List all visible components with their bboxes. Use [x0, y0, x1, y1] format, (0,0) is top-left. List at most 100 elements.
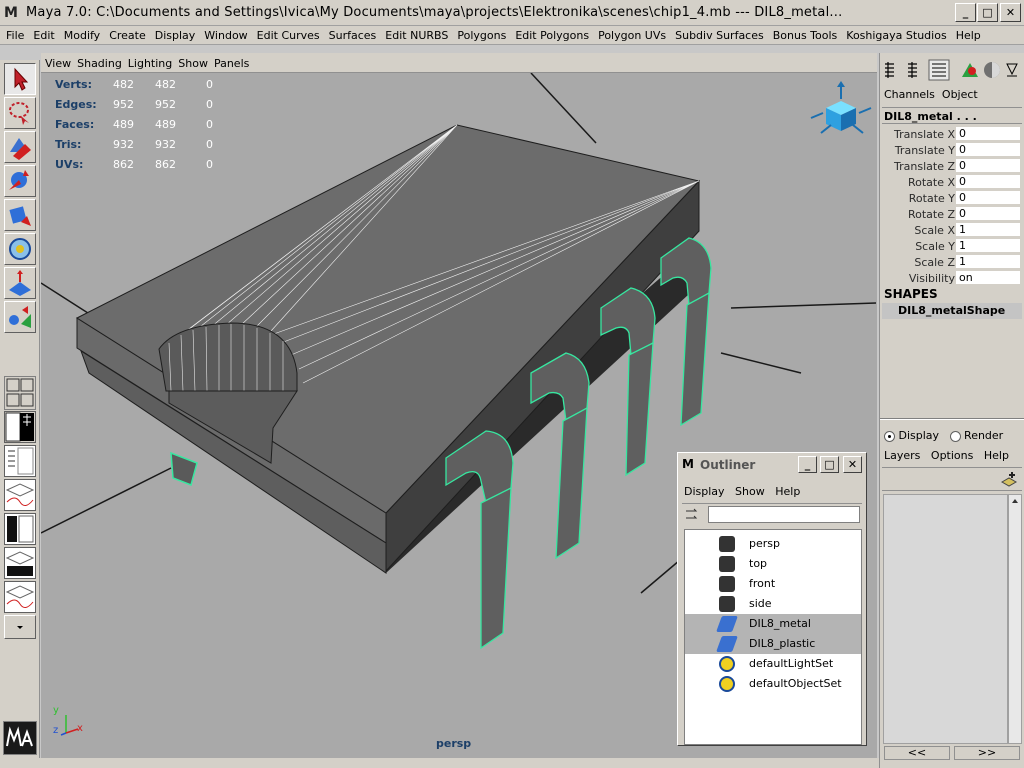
- outliner-item-front[interactable]: front: [685, 574, 861, 594]
- channel-value[interactable]: 0: [956, 191, 1020, 205]
- outliner-maximize-button[interactable]: □: [820, 456, 839, 473]
- layout-persp-graph-button[interactable]: [4, 479, 36, 511]
- outliner-item-persp[interactable]: persp: [685, 534, 861, 554]
- layout-dropdown-button[interactable]: [4, 615, 36, 639]
- viewport-menu-lighting[interactable]: Lighting: [124, 53, 174, 70]
- filter-arrows-icon[interactable]: [684, 507, 704, 526]
- render-radio[interactable]: [949, 430, 961, 442]
- outliner-item-side[interactable]: side: [685, 594, 861, 614]
- layer-list[interactable]: [883, 494, 1008, 744]
- channel-translate-x[interactable]: Translate X0: [884, 126, 1020, 142]
- layer-nav-prev-button[interactable]: <<: [884, 746, 950, 760]
- menu-display[interactable]: Display: [149, 26, 199, 42]
- menu-bonus-tools[interactable]: Bonus Tools: [767, 26, 841, 42]
- channel-value[interactable]: 1: [956, 255, 1020, 269]
- scale-tool-button[interactable]: [4, 233, 36, 265]
- layout-single-quad-button[interactable]: [4, 376, 36, 410]
- outliner-minimize-button[interactable]: _: [798, 456, 817, 473]
- menu-edit[interactable]: Edit: [27, 26, 57, 42]
- layer-nav-next-button[interactable]: >>: [954, 746, 1020, 760]
- create-layer-icon[interactable]: [1000, 470, 1018, 491]
- menu-edit-nurbs[interactable]: Edit NURBS: [379, 26, 451, 42]
- layer-menu-layers[interactable]: Layers: [884, 449, 920, 462]
- channel-scale-z[interactable]: Scale Z1: [884, 254, 1020, 270]
- channel-scale-x[interactable]: Scale X1: [884, 222, 1020, 238]
- outliner-item-dil8-metal[interactable]: DIL8_metal: [685, 614, 861, 634]
- menu-edit-curves[interactable]: Edit Curves: [251, 26, 323, 42]
- viewport-menu-view[interactable]: View: [41, 53, 73, 70]
- minimize-button[interactable]: _: [955, 3, 976, 22]
- maximize-button[interactable]: □: [977, 3, 998, 22]
- manipulator-tool-button[interactable]: [4, 267, 36, 299]
- layout-two-panes-button[interactable]: [4, 411, 36, 443]
- channel-value[interactable]: 1: [956, 223, 1020, 237]
- channel-value[interactable]: on: [956, 271, 1020, 285]
- layout-persp-outliner-button[interactable]: [4, 581, 36, 613]
- channel-translate-z[interactable]: Translate Z0: [884, 158, 1020, 174]
- display-radio[interactable]: [884, 430, 895, 442]
- channel-scale-y[interactable]: Scale Y1: [884, 238, 1020, 254]
- menu-modify[interactable]: Modify: [58, 26, 103, 42]
- layout-outliner-button[interactable]: [4, 445, 36, 477]
- select-tool-button[interactable]: [4, 63, 36, 95]
- move-tool-button[interactable]: [4, 165, 36, 197]
- outliner-item-default-object-set[interactable]: defaultObjectSet: [685, 674, 861, 694]
- viewport-menu-shading[interactable]: Shading: [73, 53, 124, 70]
- viewport-menu-panels[interactable]: Panels: [210, 53, 251, 70]
- paint-select-tool-button[interactable]: [4, 131, 36, 163]
- channel-name: Rotate X: [907, 176, 955, 189]
- menu-polygons[interactable]: Polygons: [451, 26, 509, 42]
- layout-persp-trax-button[interactable]: [4, 547, 36, 579]
- menu-edit-polygons[interactable]: Edit Polygons: [509, 26, 592, 42]
- channel-rotate-x[interactable]: Rotate X0: [884, 174, 1020, 190]
- scroll-up-icon[interactable]: [1009, 495, 1021, 507]
- outliner-menu-display[interactable]: Display: [684, 485, 725, 498]
- channel-visibility[interactable]: Visibility on: [884, 270, 1020, 286]
- rotate-tool-button[interactable]: [4, 199, 36, 231]
- channel-value[interactable]: 1: [956, 239, 1020, 253]
- outliner-menu-help[interactable]: Help: [775, 485, 800, 498]
- view-cube[interactable]: [810, 81, 872, 134]
- layout-hypershade-button[interactable]: [4, 513, 36, 545]
- layer-menu-help[interactable]: Help: [984, 449, 1009, 462]
- tab-channels[interactable]: Channels: [884, 88, 935, 101]
- outliner-title-bar[interactable]: M Outliner _ □ ✕: [678, 453, 866, 477]
- menu-koshigaya-studios[interactable]: Koshigaya Studios: [840, 26, 949, 42]
- tab-object[interactable]: Object: [942, 88, 978, 101]
- channel-value[interactable]: 0: [956, 159, 1020, 173]
- channel-rotate-y[interactable]: Rotate Y0: [884, 190, 1020, 206]
- outliner-close-button[interactable]: ✕: [843, 456, 862, 473]
- layout-split-icon: [5, 412, 34, 442]
- channel-value[interactable]: 0: [956, 127, 1020, 141]
- channel-rotate-z[interactable]: Rotate Z0: [884, 206, 1020, 222]
- channel-box-panel: Channels Object DIL8_metal . . . Transla…: [879, 53, 1024, 768]
- viewport-menu-show[interactable]: Show: [174, 53, 210, 70]
- layer-menu-options[interactable]: Options: [931, 449, 973, 462]
- channel-name: Scale Y: [915, 240, 955, 253]
- channel-tabs: Channels Object: [884, 88, 978, 101]
- close-button[interactable]: ✕: [1000, 3, 1021, 22]
- outliner-item-label: defaultLightSet: [749, 657, 834, 670]
- last-tool-button[interactable]: [4, 301, 36, 333]
- channel-translate-y[interactable]: Translate Y0: [884, 142, 1020, 158]
- menu-help[interactable]: Help: [950, 26, 984, 42]
- lasso-tool-button[interactable]: [4, 97, 36, 129]
- channel-value[interactable]: 0: [956, 207, 1020, 221]
- object-name-label[interactable]: DIL8_metal . . .: [884, 110, 977, 123]
- channel-value[interactable]: 0: [956, 175, 1020, 189]
- shape-node-label[interactable]: DIL8_metalShape: [898, 304, 1005, 317]
- menu-surfaces[interactable]: Surfaces: [323, 26, 380, 42]
- menu-subdiv-surfaces[interactable]: Subdiv Surfaces: [669, 26, 767, 42]
- menu-file[interactable]: File: [0, 26, 27, 42]
- outliner-item-default-light-set[interactable]: defaultLightSet: [685, 654, 861, 674]
- layer-scrollbar[interactable]: [1008, 494, 1022, 744]
- channel-value[interactable]: 0: [956, 143, 1020, 157]
- menu-window[interactable]: Window: [198, 26, 250, 42]
- outliner-menu-show[interactable]: Show: [735, 485, 765, 498]
- menu-create[interactable]: Create: [103, 26, 149, 42]
- outliner-item-top[interactable]: top: [685, 554, 861, 574]
- outliner-item-dil8-plastic[interactable]: DIL8_plastic: [685, 634, 861, 654]
- maya-app-icon[interactable]: M: [3, 5, 19, 21]
- outliner-filter-input[interactable]: [708, 506, 860, 523]
- menu-polygon-uvs[interactable]: Polygon UVs: [592, 26, 669, 42]
